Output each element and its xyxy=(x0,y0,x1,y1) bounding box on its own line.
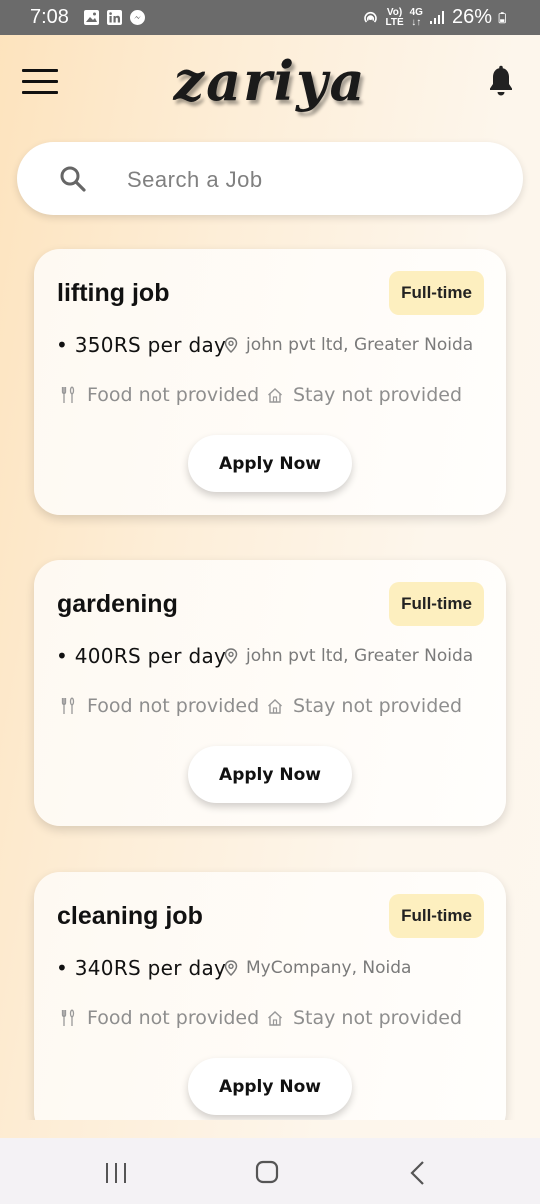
linkedin-notification-icon xyxy=(106,10,122,25)
job-stay: Stay not provided xyxy=(267,695,462,717)
fork-knife-icon xyxy=(61,697,75,714)
job-location: MyCompany, Noida xyxy=(224,958,411,978)
job-type-badge: Full-time xyxy=(389,271,484,315)
status-bar: 7:08 Vo) LTE 4G ↓↑ 26% xyxy=(0,0,540,35)
signal-strength-icon xyxy=(429,11,444,24)
search-icon xyxy=(60,166,86,192)
job-food-text: Food not provided xyxy=(87,1007,260,1029)
search-bar[interactable] xyxy=(17,142,523,215)
messenger-notification-icon xyxy=(129,10,145,25)
job-food: Food not provided xyxy=(61,384,259,406)
job-pay: • 340RS per day xyxy=(56,956,227,980)
home-icon xyxy=(268,699,282,714)
apply-now-button[interactable]: Apply Now xyxy=(188,1058,352,1115)
job-location-text: john pvt ltd, Greater Noida xyxy=(246,646,474,666)
search-input[interactable] xyxy=(125,160,509,200)
job-title: gardening xyxy=(57,590,178,618)
job-stay-text: Stay not provided xyxy=(293,384,463,406)
job-food-text: Food not provided xyxy=(87,695,260,717)
location-pin-icon xyxy=(224,337,238,353)
job-type-badge: Full-time xyxy=(389,894,484,938)
job-food-text: Food not provided xyxy=(87,384,260,406)
job-list[interactable]: lifting job Full-time • 350RS per day jo… xyxy=(0,230,540,1120)
job-card: cleaning job Full-time • 340RS per day M… xyxy=(34,872,506,1120)
volte-indicator: Vo) LTE xyxy=(385,6,404,28)
hamburger-menu-icon[interactable] xyxy=(22,69,58,95)
job-card: gardening Full-time • 400RS per day john… xyxy=(34,560,506,826)
status-bar-right: Vo) LTE 4G ↓↑ 26% xyxy=(362,6,510,29)
home-button-icon[interactable] xyxy=(255,1160,279,1184)
recent-apps-icon[interactable] xyxy=(104,1162,128,1184)
job-type-badge: Full-time xyxy=(389,582,484,626)
location-pin-icon xyxy=(224,648,238,664)
app-header: zariya xyxy=(0,35,540,130)
job-stay-text: Stay not provided xyxy=(293,1007,463,1029)
status-time: 7:08 xyxy=(30,6,69,28)
job-location: john pvt ltd, Greater Noida xyxy=(224,335,473,355)
job-title: lifting job xyxy=(57,279,170,307)
home-icon xyxy=(268,388,282,403)
system-navigation-bar xyxy=(0,1138,540,1204)
job-location-text: MyCompany, Noida xyxy=(246,958,412,978)
job-stay: Stay not provided xyxy=(267,384,462,406)
apply-now-button[interactable]: Apply Now xyxy=(188,746,352,803)
home-icon xyxy=(268,1011,282,1026)
job-stay: Stay not provided xyxy=(267,1007,462,1029)
back-icon[interactable] xyxy=(408,1160,428,1186)
gallery-notification-icon xyxy=(83,10,99,25)
job-food: Food not provided xyxy=(61,1007,259,1029)
job-food: Food not provided xyxy=(61,695,259,717)
location-pin-icon xyxy=(224,960,238,976)
job-location: john pvt ltd, Greater Noida xyxy=(224,646,473,666)
status-bar-left: 7:08 xyxy=(30,6,146,29)
job-stay-text: Stay not provided xyxy=(293,695,463,717)
job-title: cleaning job xyxy=(57,902,203,930)
apply-now-button[interactable]: Apply Now xyxy=(188,435,352,492)
job-location-text: john pvt ltd, Greater Noida xyxy=(246,335,474,355)
job-pay: • 400RS per day xyxy=(56,644,227,668)
network-type-indicator: 4G ↓↑ xyxy=(409,6,423,28)
bell-icon[interactable] xyxy=(487,65,515,97)
app-logo: zariya xyxy=(173,49,367,113)
fork-knife-icon xyxy=(61,386,75,403)
job-pay: • 350RS per day xyxy=(56,333,227,357)
battery-icon xyxy=(498,12,506,24)
job-card: lifting job Full-time • 350RS per day jo… xyxy=(34,249,506,515)
hotspot-icon xyxy=(364,11,378,23)
fork-knife-icon xyxy=(61,1009,75,1026)
battery-percentage: 26% xyxy=(451,6,492,28)
